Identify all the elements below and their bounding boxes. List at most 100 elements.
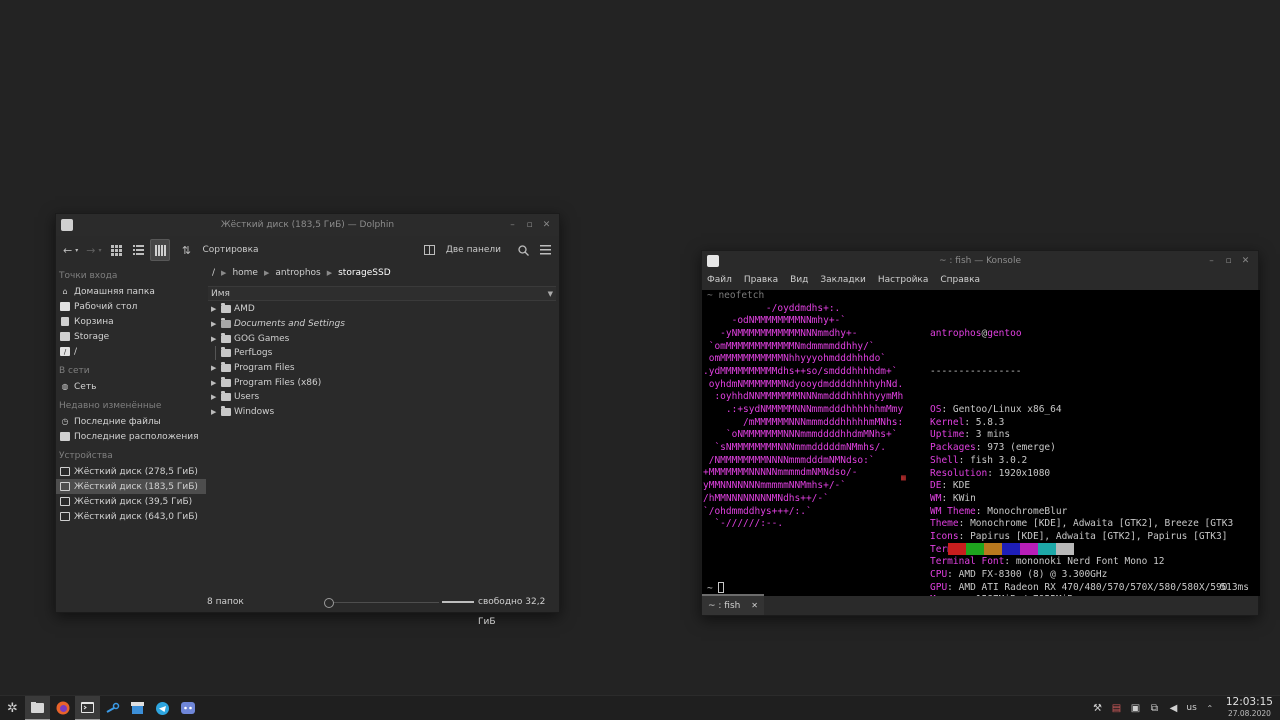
- chevron-right-icon: ▶: [326, 269, 333, 277]
- dolphin-task-icon[interactable]: [25, 695, 50, 720]
- menu-item[interactable]: Правка: [744, 275, 778, 285]
- places-item-drive[interactable]: Жёсткий диск (643,0 ГиБ): [56, 509, 206, 524]
- places-item-drive[interactable]: Жёсткий диск (278,5 ГиБ): [56, 464, 206, 479]
- split-button[interactable]: Две панели: [446, 245, 501, 255]
- places-item-root[interactable]: / /: [56, 344, 206, 359]
- compact-view-icon[interactable]: [128, 239, 148, 261]
- breadcrumb-item[interactable]: home: [232, 268, 258, 278]
- menu-item[interactable]: Вид: [790, 275, 808, 285]
- file-row[interactable]: ▶ Program Files (x86): [206, 375, 559, 390]
- discord-icon[interactable]: [175, 696, 200, 720]
- menu-item[interactable]: Файл: [707, 275, 732, 285]
- telegram-icon[interactable]: [150, 696, 175, 720]
- info-line: OS: Gentoo/Linux x86_64: [930, 404, 1233, 417]
- icons-view-icon[interactable]: [106, 239, 126, 261]
- expand-arrow-icon[interactable]: ▶: [211, 408, 221, 416]
- places-item-drive-selected[interactable]: Жёсткий диск (183,5 ГиБ): [56, 479, 206, 494]
- info-line: Icons: Papirus [KDE], Adwaita [GTK2], Pa…: [930, 531, 1233, 544]
- menu-item[interactable]: Закладки: [820, 275, 866, 285]
- sort-icon[interactable]: ⇅: [176, 239, 196, 261]
- maximize-icon[interactable]: ▫: [521, 220, 538, 230]
- firefox-icon[interactable]: [50, 696, 75, 720]
- breadcrumb-item[interactable]: /: [212, 268, 215, 278]
- forward-button[interactable]: → ▾: [83, 239, 104, 261]
- ascii-line: .ydMMMMMMMMMMdhs++so/smdddhhhhdm+`: [703, 365, 898, 377]
- konsole-task-icon[interactable]: [75, 695, 100, 720]
- places-item-home[interactable]: ⌂ Домашняя папка: [56, 284, 206, 299]
- file-row[interactable]: ▶ GOG Games: [206, 331, 559, 346]
- network-tray-icon[interactable]: ⧉: [1148, 703, 1160, 714]
- close-tab-icon[interactable]: ✕: [751, 601, 758, 610]
- info-colon: :: [947, 569, 959, 581]
- expand-arrow-icon[interactable]: ▶: [211, 335, 221, 343]
- file-row[interactable]: ▶ Program Files: [206, 361, 559, 376]
- places-item-drive[interactable]: Жёсткий диск (39,5 ГиБ): [56, 494, 206, 509]
- keyboard-layout[interactable]: us: [1186, 703, 1196, 713]
- recent-folder-icon: [60, 432, 70, 441]
- search-icon[interactable]: [513, 239, 533, 261]
- split-view-icon[interactable]: [420, 239, 440, 261]
- column-header-name[interactable]: Имя ▼: [208, 286, 556, 301]
- expand-arrow-icon[interactable]: ▶: [211, 393, 221, 401]
- info-line: Packages: 973 (emerge): [930, 442, 1233, 455]
- desktop-icon: [60, 302, 70, 311]
- minimize-icon[interactable]: –: [504, 220, 521, 230]
- breadcrumb-item-current[interactable]: storageSSD: [338, 268, 391, 278]
- info-key: CPU: [930, 569, 948, 581]
- places-item-recent-files[interactable]: ◷ Последние файлы: [56, 414, 206, 429]
- file-row[interactable]: ▶ Users: [206, 390, 559, 405]
- printer-icon[interactable]: ▤: [1110, 703, 1122, 714]
- info-value: mononoki Nerd Font Mono 12: [1015, 556, 1165, 568]
- breadcrumb-item[interactable]: antrophos: [275, 268, 320, 278]
- kde-launcher-icon[interactable]: ✲: [0, 696, 25, 720]
- expand-arrow-icon[interactable]: ▶: [211, 379, 221, 387]
- places-item-network[interactable]: ◍ Сеть: [56, 379, 206, 394]
- info-key: Uptime: [930, 429, 965, 441]
- steam-icon[interactable]: [100, 696, 125, 720]
- back-button[interactable]: ← ▾: [60, 239, 81, 261]
- info-line: Terminal Font: mononoki Nerd Font Mono 1…: [930, 556, 1233, 569]
- expand-arrow-icon[interactable]: ▶: [211, 320, 221, 328]
- zoom-slider[interactable]: [324, 598, 439, 608]
- info-value: KWin: [952, 492, 976, 504]
- menu-item[interactable]: Настройка: [878, 275, 929, 285]
- info-value: Papirus [KDE], Adwaita [GTK2], Papirus […: [970, 530, 1228, 542]
- volume-icon[interactable]: ◀: [1167, 703, 1179, 714]
- close-icon[interactable]: ✕: [538, 220, 555, 230]
- color-swatch: [948, 543, 966, 555]
- file-row[interactable]: PerfLogs: [206, 346, 559, 361]
- tab-fish[interactable]: ~ : fish ✕: [702, 594, 764, 615]
- places-item-recent-locations[interactable]: Последние расположения: [56, 429, 206, 444]
- home-icon: ⌂: [62, 287, 68, 296]
- places-item-desktop[interactable]: Рабочий стол: [56, 299, 206, 314]
- places-section-header: Точки входа: [59, 271, 118, 281]
- file-row[interactable]: ▶ Windows: [206, 405, 559, 420]
- konsole-titlebar[interactable]: ~ : fish — Konsole – ▫ ✕: [702, 251, 1258, 271]
- places-item-trash[interactable]: Корзина: [56, 314, 206, 329]
- menu-item[interactable]: Справка: [940, 275, 980, 285]
- konsole-window[interactable]: ~ : fish — Konsole – ▫ ✕ Файл Правка Вид За…: [701, 250, 1260, 616]
- zoom-slider-handle[interactable]: [324, 598, 334, 608]
- expand-arrow-icon[interactable]: ▶: [211, 305, 221, 313]
- expand-tray-icon[interactable]: ⌃: [1204, 704, 1216, 713]
- details-view-icon[interactable]: [150, 239, 171, 261]
- hamburger-menu-icon[interactable]: [535, 239, 555, 261]
- expand-arrow-icon[interactable]: ▶: [211, 364, 221, 372]
- file-view[interactable]: / ▶ home ▶ antrophos ▶ storageSSD Имя ▼ …: [206, 264, 559, 592]
- info-value: Gentoo/Linux x86_64: [952, 404, 1062, 416]
- file-row[interactable]: ▶ AMD: [206, 302, 559, 317]
- dolphin-window[interactable]: Жёсткий диск (183,5 ГиБ) — Dolphin – ▫ ✕…: [55, 213, 560, 627]
- info-line: Uptime: 3 mins: [930, 429, 1233, 442]
- sort-button[interactable]: Сортировка: [202, 245, 258, 255]
- dolphin-titlebar[interactable]: Жёсткий диск (183,5 ГиБ) — Dolphin – ▫ ✕: [56, 214, 559, 236]
- file-row[interactable]: ▶ Documents and Settings: [206, 317, 559, 332]
- file-name: Documents and Settings: [234, 319, 345, 330]
- terminal-area[interactable]: ~ neofetch -/oyddmdhs+:. -odNMMMMMMMMNNm…: [702, 290, 1260, 596]
- digital-clock[interactable]: 12:03:15 27.08.2020: [1223, 697, 1276, 719]
- tools-icon[interactable]: ⚒: [1091, 703, 1103, 714]
- clipboard-icon[interactable]: ▣: [1129, 703, 1141, 714]
- places-item-storage[interactable]: Storage: [56, 329, 206, 344]
- store-icon[interactable]: [125, 696, 150, 720]
- trash-icon: [61, 317, 69, 326]
- info-colon: :: [958, 530, 971, 542]
